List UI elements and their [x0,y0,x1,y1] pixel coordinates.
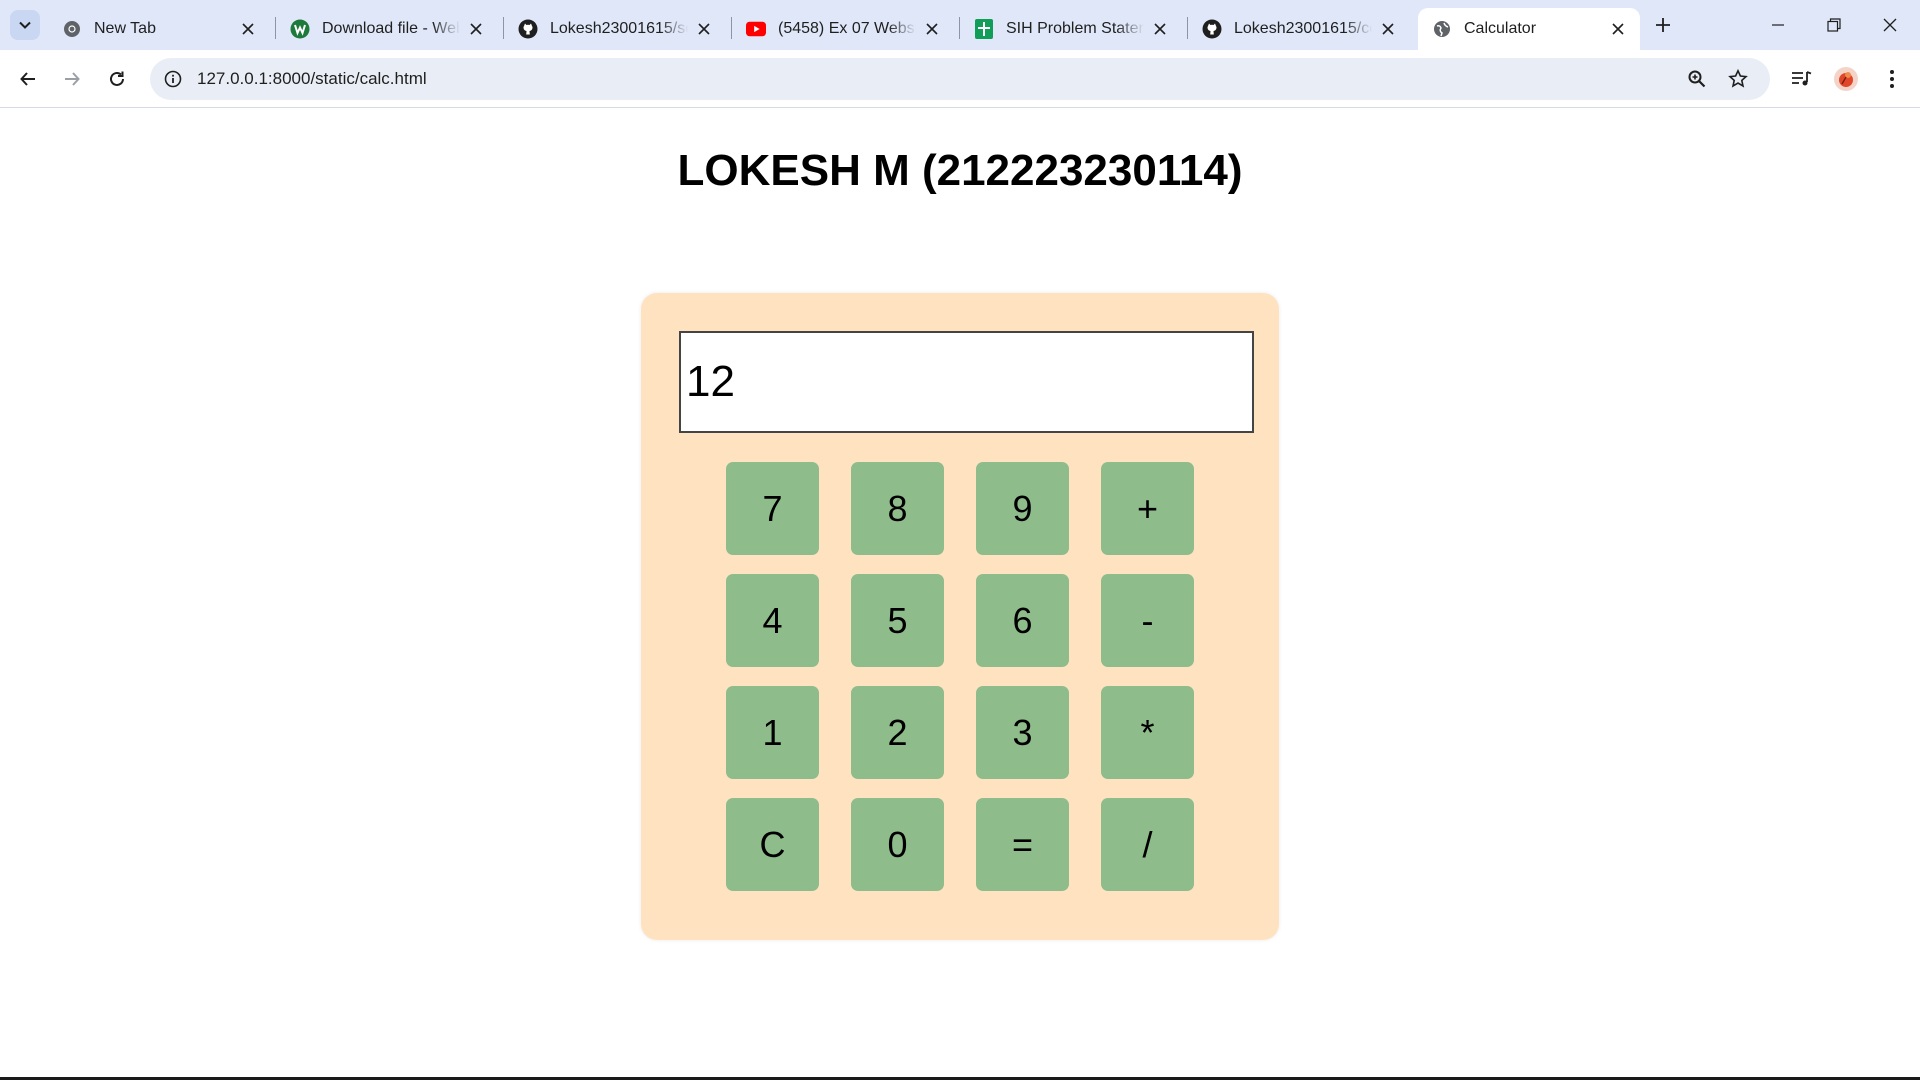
chevron-down-icon [19,21,31,29]
forward-button[interactable] [55,62,89,96]
key-9-button[interactable]: 9 [976,462,1069,555]
browser-toolbar: 127.0.0.1:8000/static/calc.html [0,50,1920,108]
tab-download-file[interactable]: Download file - WebFOCUS [276,8,498,50]
github-icon [1202,19,1222,39]
tab-title: Download file - WebFOCUS [322,20,460,37]
tab-search-button[interactable] [10,10,40,40]
tab-sih-problem-statements[interactable]: SIH Problem Statements [960,8,1182,50]
divide-button[interactable]: / [1101,798,1194,891]
reload-button[interactable] [100,62,134,96]
tab-github-software[interactable]: Lokesh23001615/software [504,8,726,50]
tab-title: New Tab [94,20,156,37]
page-title: LOKESH M (212223230114) [677,146,1243,195]
tab-new-tab[interactable]: New Tab [48,8,270,50]
key-7-button[interactable]: 7 [726,462,819,555]
bookmark-star-icon[interactable] [1726,67,1750,91]
close-icon[interactable] [1608,19,1628,39]
site-info-icon[interactable] [162,68,184,90]
calculator-keypad: 7 8 9 + 4 5 6 - 1 2 3 * C 0 = / [726,462,1194,891]
youtube-icon [746,19,766,39]
clear-button[interactable]: C [726,798,819,891]
subtract-button[interactable]: - [1101,574,1194,667]
key-0-button[interactable]: 0 [851,798,944,891]
restore-button[interactable] [1806,0,1862,50]
tab-calculator[interactable]: Calculator [1418,8,1640,50]
chrome-icon [62,19,82,39]
plus-icon [1656,18,1670,32]
back-arrow-icon [20,72,35,86]
back-button[interactable] [11,62,45,96]
tab-youtube[interactable]: (5458) Ex 07 Website Design [732,8,954,50]
key-3-button[interactable]: 3 [976,686,1069,779]
key-6-button[interactable]: 6 [976,574,1069,667]
close-icon[interactable] [466,19,486,39]
key-4-button[interactable]: 4 [726,574,819,667]
tab-title: (5458) Ex 07 Website Design [778,20,916,37]
minimize-icon [1772,24,1784,26]
calculator-display[interactable]: 12 [679,331,1254,433]
close-icon[interactable] [922,19,942,39]
add-button[interactable]: + [1101,462,1194,555]
globe-icon [1432,19,1452,39]
close-icon[interactable] [238,19,258,39]
media-controls-button[interactable] [1786,63,1818,95]
profile-avatar-icon [1834,67,1858,91]
more-vertical-icon [1890,70,1894,88]
window-close-button[interactable] [1862,0,1918,50]
key-8-button[interactable]: 8 [851,462,944,555]
page-content: LOKESH M (212223230114) 12 7 8 9 + 4 5 6… [0,109,1920,1078]
calculator: 12 7 8 9 + 4 5 6 - 1 2 3 * C 0 = / [641,293,1279,940]
close-icon [1883,18,1897,32]
restore-icon [1827,18,1841,32]
tab-strip: New Tab Download file - WebFOCUS Lokesh2… [0,0,1920,50]
tab-github-coverpage[interactable]: Lokesh23001615/coverpage [1188,8,1410,50]
tab-title: Lokesh23001615/coverpage [1234,20,1372,37]
close-icon[interactable] [1150,19,1170,39]
media-queue-icon [1792,71,1812,86]
github-icon [518,19,538,39]
close-icon[interactable] [694,19,714,39]
url-text[interactable]: 127.0.0.1:8000/static/calc.html [197,69,427,89]
tab-title: Calculator [1464,20,1537,37]
key-1-button[interactable]: 1 [726,686,819,779]
tab-title: SIH Problem Statements [1006,20,1144,37]
profile-avatar-button[interactable] [1830,63,1862,95]
address-bar[interactable]: 127.0.0.1:8000/static/calc.html [150,58,1770,100]
multiply-button[interactable]: * [1101,686,1194,779]
key-5-button[interactable]: 5 [851,574,944,667]
equals-button[interactable]: = [976,798,1069,891]
zoom-icon[interactable] [1685,67,1709,91]
forward-arrow-icon [65,72,80,86]
reload-icon [110,71,124,86]
tab-title: Lokesh23001615/software [550,20,688,37]
key-2-button[interactable]: 2 [851,686,944,779]
sheets-icon [974,19,994,39]
browser-menu-button[interactable] [1876,63,1908,95]
webfocus-icon [290,19,310,39]
minimize-button[interactable] [1750,0,1806,50]
new-tab-button[interactable] [1650,12,1676,38]
close-icon[interactable] [1378,19,1398,39]
